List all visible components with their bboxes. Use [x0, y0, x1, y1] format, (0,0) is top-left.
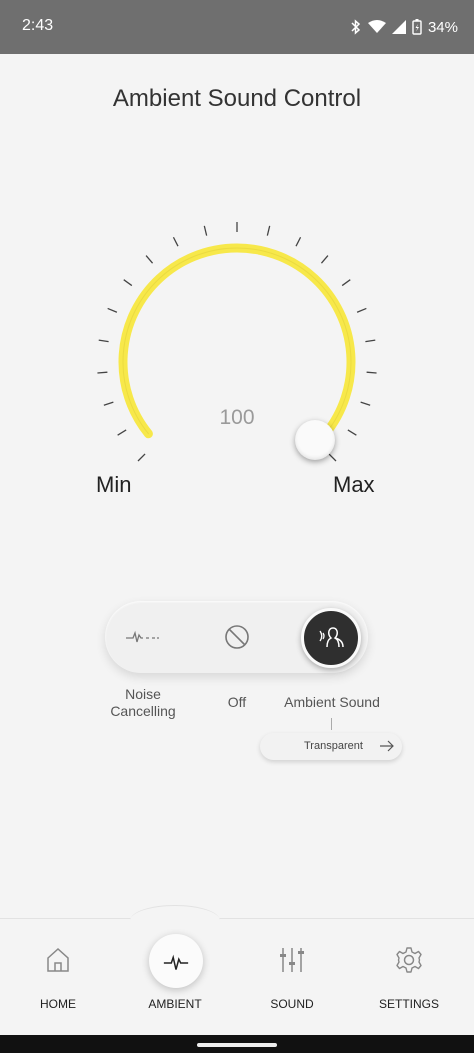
nav-item-sound[interactable]: SOUND	[242, 918, 342, 1018]
waveform-icon	[163, 954, 189, 970]
bluetooth-icon	[351, 19, 361, 35]
dial-max-label: Max	[333, 472, 375, 497]
ambient-sound-label: Ambient Sound	[284, 694, 380, 710]
battery-icon	[412, 19, 422, 35]
dial-tick	[356, 307, 367, 313]
home-icon	[47, 947, 69, 972]
dial-tick	[172, 236, 179, 247]
ambient-sound-icon	[319, 627, 344, 648]
ambient-sound-button[interactable]	[301, 608, 361, 668]
dial-tick	[103, 401, 114, 406]
dial-tick	[137, 453, 146, 462]
equalizer-icon	[280, 948, 304, 972]
nav-label-settings: SETTINGS	[378, 997, 439, 1011]
dial-tick	[107, 307, 118, 313]
dial-tick	[341, 279, 351, 287]
status-time: 2:43	[22, 17, 54, 34]
nav-label-sound: SOUND	[270, 997, 314, 1011]
dial-graphic	[97, 222, 377, 462]
dial-tick	[266, 225, 271, 236]
nav-item-settings[interactable]: SETTINGS	[359, 918, 459, 1018]
dial-tick	[365, 339, 376, 343]
ambient-level-dial[interactable]	[0, 200, 474, 520]
off-icon	[225, 625, 249, 649]
waveform-icon	[126, 630, 159, 643]
dial-value: 100	[219, 406, 255, 429]
dial-tick	[123, 279, 133, 287]
status-bar: 2:43 34%	[0, 0, 474, 54]
off-button[interactable]	[207, 607, 267, 667]
dial-tick	[360, 401, 371, 406]
off-label: Off	[227, 694, 247, 710]
page-title: Ambient Sound Control	[112, 85, 362, 112]
wifi-icon	[367, 20, 386, 33]
dial-tick	[145, 255, 154, 264]
option-connector	[331, 718, 332, 730]
nav-item-ambient[interactable]: AMBIENT	[125, 918, 225, 1018]
status-icons: 34%	[350, 14, 458, 40]
dial-min-label: Min	[96, 472, 132, 497]
dial-tick	[295, 236, 302, 247]
dial-knob[interactable]	[294, 419, 335, 460]
arrow-right-icon	[380, 740, 394, 752]
dial-tick	[347, 429, 357, 436]
gesture-handle[interactable]	[197, 1043, 277, 1047]
nav-label-home: HOME	[40, 997, 76, 1011]
dial-tick	[203, 225, 208, 236]
dial-tick	[328, 453, 337, 462]
nav-item-home[interactable]: HOME	[8, 918, 108, 1018]
gear-icon	[396, 947, 422, 973]
dial-tick	[98, 339, 109, 343]
noise-cancelling-button[interactable]	[112, 607, 172, 667]
noise-cancelling-label: Noise Cancelling	[110, 686, 176, 719]
signal-icon	[391, 20, 406, 34]
nav-label-ambient: AMBIENT	[148, 997, 202, 1011]
dial-tick	[366, 371, 377, 374]
battery-percent: 34%	[427, 18, 458, 36]
dial-tick	[320, 255, 329, 264]
transparent-option-label: Transparent	[304, 740, 363, 752]
dial-tick	[117, 429, 127, 436]
dial-tick	[97, 371, 108, 374]
